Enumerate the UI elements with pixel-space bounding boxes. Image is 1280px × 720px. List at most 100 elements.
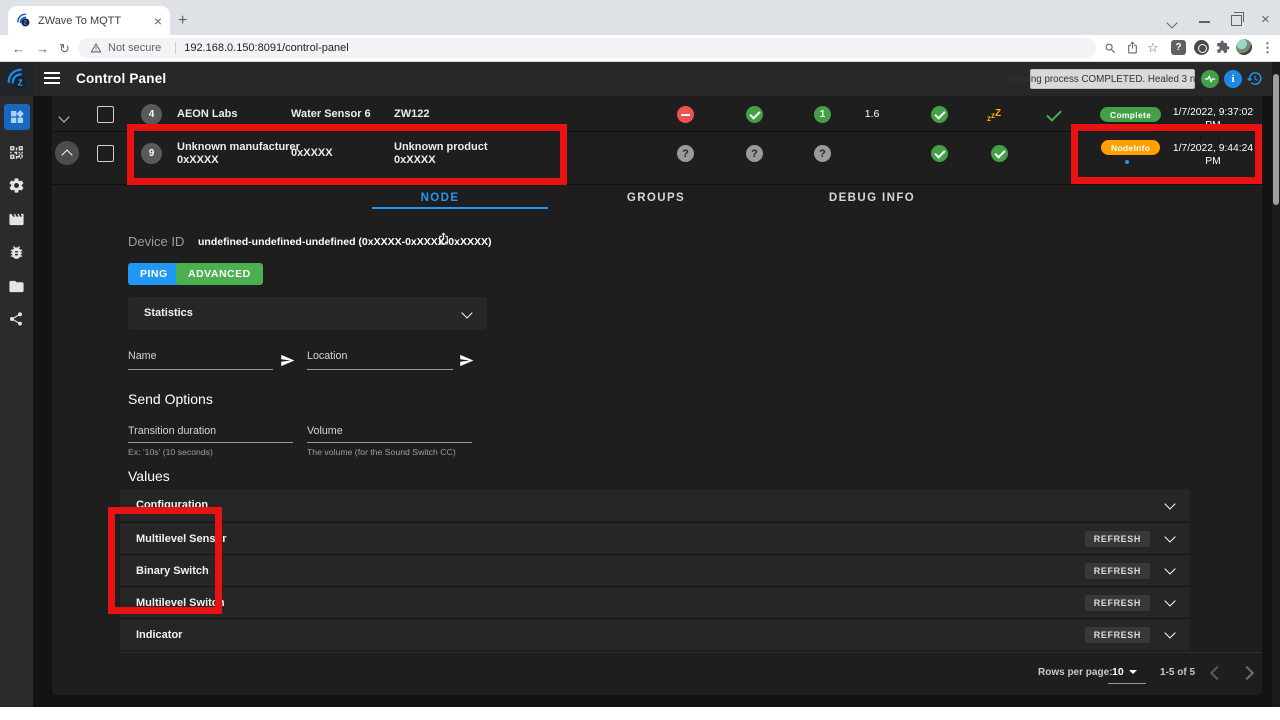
share-icon[interactable]: [1126, 41, 1139, 54]
row1-beaming-check-icon: [746, 106, 763, 123]
security-label: Not secure: [108, 42, 161, 54]
rows-per-page-caret-icon[interactable]: [1129, 670, 1137, 674]
ping-button[interactable]: PING: [128, 263, 180, 285]
chevron-down-icon: [1164, 531, 1175, 542]
row1-expand-icon[interactable]: [60, 108, 68, 126]
row1-secure-minus-icon: [677, 106, 694, 123]
tab-close-icon[interactable]: ×: [154, 14, 162, 28]
window-minimize-button[interactable]: [1199, 21, 1210, 23]
heal-toast: Healing process COMPLETED. Healed 3 node…: [1030, 69, 1195, 89]
profile-avatar[interactable]: [1236, 39, 1252, 55]
statistics-panel[interactable]: Statistics: [128, 297, 487, 330]
row1-sleeping-icon: zzZ: [987, 106, 1001, 124]
send-location-icon[interactable]: [459, 353, 474, 368]
row1-product[interactable]: Water Sensor 6: [291, 108, 371, 121]
back-icon[interactable]: ←: [12, 41, 25, 56]
widgets-icon: [9, 109, 25, 125]
gear-icon: [8, 177, 25, 194]
location-field-label[interactable]: Location: [307, 350, 347, 362]
window-tab-search-icon[interactable]: [1168, 16, 1176, 30]
chevron-down-icon: [1164, 595, 1175, 606]
info-icon[interactable]: i: [1224, 70, 1242, 88]
row1-firmware-version: 1.6: [858, 108, 886, 120]
share-nodes-icon: [8, 311, 25, 327]
rows-per-page-label: Rows per page:: [1038, 667, 1112, 678]
row2-status-check-icon: [931, 145, 948, 162]
browser-tab[interactable]: Z ZWave To MQTT ×: [8, 6, 170, 35]
extension-circle-icon[interactable]: [1194, 40, 1209, 55]
qrcode-icon: [8, 144, 25, 161]
row2-secure-unknown-icon: ?: [677, 145, 694, 162]
value-group-multilevel-sensor[interactable]: Multilevel Sensor REFRESH: [120, 522, 1190, 554]
value-group-configuration[interactable]: Configuration: [120, 489, 1190, 521]
sidebar-item-settings[interactable]: [8, 177, 25, 194]
row2-checkbox[interactable]: [97, 145, 114, 162]
volume-underline: [307, 442, 472, 443]
export-device-id-icon[interactable]: [437, 232, 450, 245]
value-group-indicator[interactable]: Indicator REFRESH: [120, 618, 1190, 650]
movie-icon: [8, 211, 25, 228]
window-restore-button[interactable]: [1231, 15, 1242, 26]
history-restore-icon[interactable]: [1246, 70, 1263, 87]
url-text: 192.168.0.150:8091/control-panel: [184, 42, 349, 54]
value-group-multilevel-switch[interactable]: Multilevel Switch REFRESH: [120, 586, 1190, 618]
name-field-underline: [128, 369, 273, 370]
row1-checkbox[interactable]: [97, 106, 114, 123]
refresh-button[interactable]: REFRESH: [1085, 627, 1150, 643]
sidebar-item-control-panel[interactable]: [4, 104, 30, 130]
warning-icon: [90, 42, 102, 54]
tab-groups[interactable]: GROUPS: [627, 192, 685, 204]
row1-manufacturer[interactable]: AEON Labs: [177, 108, 238, 121]
sidebar-item-smart-start[interactable]: [8, 144, 25, 161]
chevron-down-icon: [1164, 627, 1175, 638]
scrollbar-thumb[interactable]: [1273, 74, 1279, 205]
favicon-zwave-icon: Z: [16, 13, 31, 28]
browser-menu-icon[interactable]: ⋮: [1261, 40, 1274, 56]
svg-text:Z: Z: [24, 21, 28, 27]
advanced-button[interactable]: ADVANCED: [176, 263, 263, 285]
omnibox-separator: [175, 42, 176, 54]
row2-beaming-unknown-icon: ?: [746, 145, 763, 162]
browser-tabstrip: [0, 0, 1280, 35]
zoom-icon[interactable]: [1104, 42, 1117, 55]
rows-per-page-select[interactable]: 10: [1112, 666, 1124, 678]
extensions-puzzle-icon[interactable]: [1216, 40, 1230, 54]
screen: Z ZWave To MQTT × + × ← → ↻ Not secure 1…: [0, 0, 1280, 720]
window-close-button[interactable]: ×: [1261, 11, 1270, 28]
hamburger-menu-icon[interactable]: [44, 77, 60, 79]
row2-collapse-icon[interactable]: [55, 141, 79, 165]
tab-debug-info[interactable]: DEBUG INFO: [829, 192, 915, 204]
value-group-binary-switch[interactable]: Binary Switch REFRESH: [120, 554, 1190, 586]
row1-status-check-icon: [931, 106, 948, 123]
volume-label[interactable]: Volume: [307, 425, 343, 437]
sidebar-item-scenes[interactable]: [8, 211, 25, 228]
tab-node[interactable]: NODE: [421, 192, 460, 204]
sidebar-item-debug[interactable]: [8, 244, 25, 261]
page-title: Control Panel: [76, 71, 166, 86]
bookmark-star-icon[interactable]: ☆: [1147, 40, 1159, 56]
extension-question-icon[interactable]: ?: [1171, 40, 1186, 55]
transition-duration-hint: Ex: '10s' (10 seconds): [128, 447, 213, 457]
refresh-button[interactable]: REFRESH: [1085, 595, 1150, 611]
transition-duration-underline: [128, 442, 293, 443]
annotation-rectangle-row2: [127, 124, 567, 185]
svg-text:Z: Z: [17, 78, 22, 87]
refresh-icon[interactable]: ↻: [59, 41, 70, 57]
name-field-label[interactable]: Name: [128, 350, 157, 362]
refresh-button[interactable]: REFRESH: [1085, 563, 1150, 579]
refresh-button[interactable]: REFRESH: [1085, 531, 1150, 547]
forward-icon[interactable]: →: [36, 41, 49, 56]
send-name-icon[interactable]: [280, 353, 295, 368]
row1-node-id-badge: 4: [141, 104, 162, 125]
sidebar-item-network-graph[interactable]: [8, 311, 25, 328]
row1-product-label[interactable]: ZW122: [394, 108, 429, 121]
heal-network-icon[interactable]: [1201, 70, 1219, 88]
url-box[interactable]: Not secure 192.168.0.150:8091/control-pa…: [78, 38, 1096, 58]
tab-title: ZWave To MQTT: [38, 15, 154, 27]
bug-icon: [8, 244, 25, 261]
sidebar-item-store[interactable]: [8, 278, 25, 295]
send-options-title: Send Options: [128, 391, 213, 407]
transition-duration-label[interactable]: Transition duration: [128, 425, 216, 437]
new-tab-button[interactable]: +: [178, 12, 187, 30]
values-title: Values: [128, 468, 170, 484]
